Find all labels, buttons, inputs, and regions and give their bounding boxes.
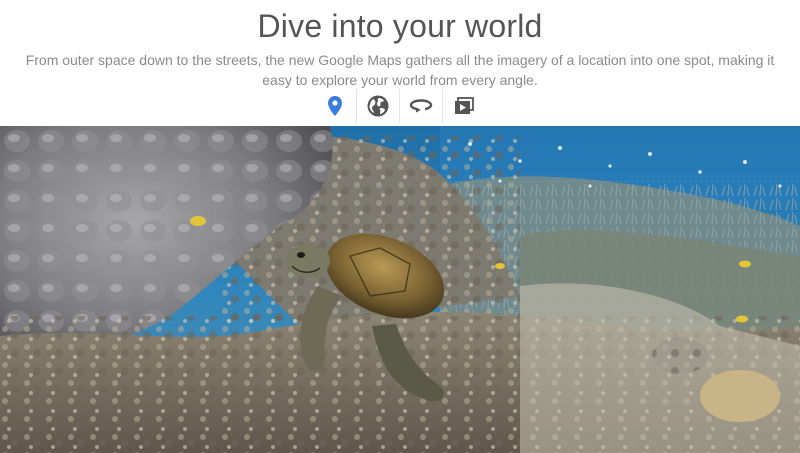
section-title: Dive into your world <box>257 8 543 44</box>
underwater-street-view-image[interactable] <box>0 126 800 453</box>
imagery-mode-selector <box>314 89 485 123</box>
map-pin-icon <box>328 96 342 116</box>
globe-button[interactable] <box>357 89 399 123</box>
globe-icon <box>367 95 389 117</box>
coral-reef-turtle-photo <box>0 126 800 453</box>
photo-gallery-icon <box>455 97 474 114</box>
map-pin-button[interactable] <box>314 89 356 123</box>
section-header: Dive into your world From outer space do… <box>0 0 800 126</box>
section-subtitle: From outer space down to the streets, th… <box>25 52 775 88</box>
rotate-360-icon <box>409 99 433 113</box>
rotate-360-button[interactable] <box>400 89 442 123</box>
photo-gallery-button[interactable] <box>443 89 485 123</box>
